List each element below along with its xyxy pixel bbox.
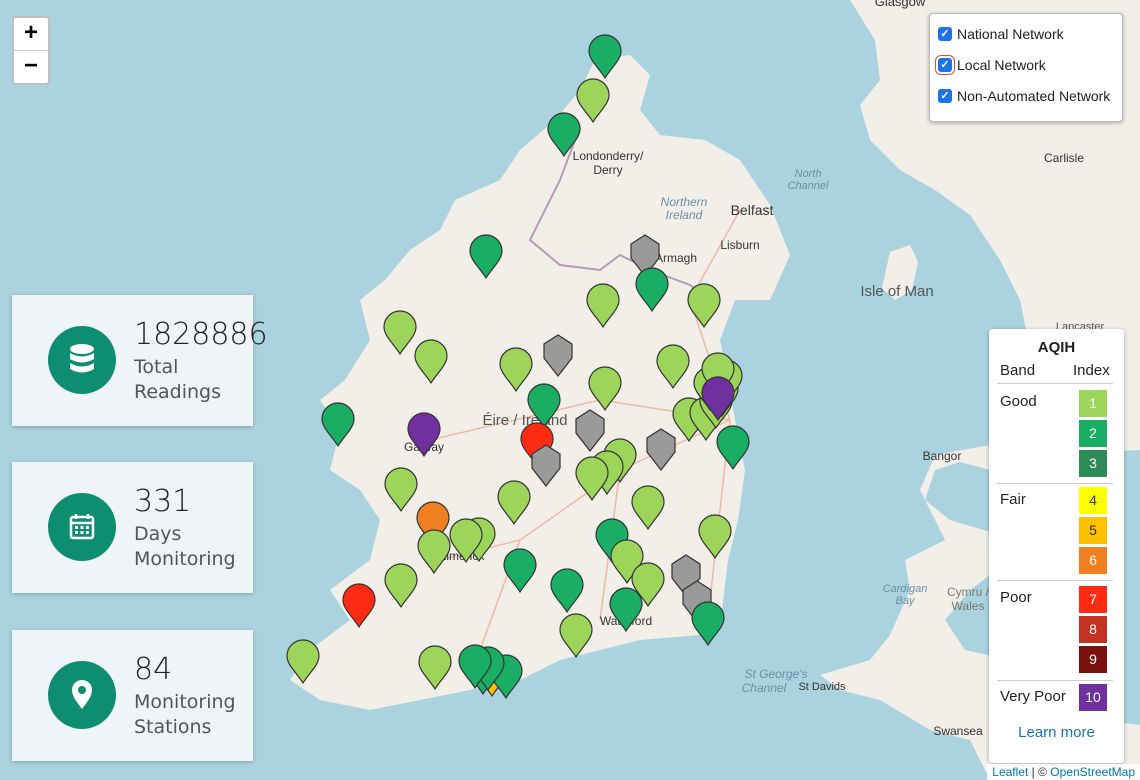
index-swatch: 5 (1079, 517, 1107, 544)
stat-card-monitoring-stations: 84 Monitoring Stations (12, 630, 253, 761)
map-place-label: Wales (952, 599, 985, 613)
stat-card-total-readings: 1828886 Total Readings (12, 295, 268, 426)
divider (997, 580, 1113, 581)
stat-value: 84 (134, 652, 173, 687)
band-very-poor: Very Poor (1000, 688, 1066, 705)
band-good: Good (1000, 393, 1037, 410)
map-place-label: Channel (742, 681, 787, 695)
map-place-label: Cardigan (883, 583, 928, 595)
band-fair: Fair (1000, 491, 1026, 508)
map-place-label: St George's (745, 667, 808, 681)
legend-title: AQIH (1037, 339, 1076, 356)
layer-label: National Network (957, 26, 1064, 42)
layer-local-network[interactable]: ✓ Local Network (938, 54, 1046, 76)
map-place-label: North (795, 168, 822, 180)
zoom-in-button[interactable]: + (14, 18, 48, 51)
index-swatch: 6 (1079, 547, 1107, 574)
map-place-label: Isle of Man (860, 283, 933, 300)
map-place-label: Belfast (731, 202, 774, 218)
openstreetmap-link[interactable]: OpenStreetMap (1050, 765, 1135, 779)
stat-label: Total Readings (134, 356, 222, 403)
divider (997, 383, 1113, 384)
index-swatch: 7 (1079, 586, 1107, 613)
map-place-label: Bay (896, 595, 916, 607)
zoom-out-button[interactable]: − (14, 51, 48, 83)
database-icon (48, 326, 116, 394)
divider (997, 680, 1113, 681)
band-header: Band (1000, 362, 1036, 379)
index-swatch: 8 (1079, 616, 1107, 643)
national-network-checkbox[interactable]: ✓ (938, 27, 952, 41)
map-place-label: Channel (788, 180, 830, 192)
map-place-label: Carlisle (1044, 151, 1084, 165)
layer-label: Local Network (957, 57, 1046, 73)
layer-label: Non-Automated Network (957, 88, 1111, 104)
stat-card-days-monitoring: 331 Days Monitoring (12, 462, 253, 593)
map-place-label: Glasgow (875, 0, 926, 9)
zoom-control: + − (12, 16, 50, 85)
map-place-label: Londonderry/ (573, 149, 644, 163)
map-pin-icon (48, 661, 116, 729)
map-place-label: Éire / Ireland (482, 412, 567, 429)
map-place-label: Lisburn (720, 238, 759, 252)
index-header: Index (1073, 362, 1110, 379)
map-place-label: Ireland (666, 208, 703, 222)
aqih-legend: AQIH Band Index Good 1 2 3 Fair 4 5 6 Po… (989, 329, 1124, 763)
map-place-label: Swansea (933, 724, 983, 738)
index-swatch: 4 (1079, 487, 1107, 514)
map-place-label: St Davids (798, 681, 846, 693)
map-place-label: Derry (593, 163, 622, 177)
leaflet-link[interactable]: Leaflet (992, 765, 1028, 779)
divider (997, 483, 1113, 484)
index-swatch: 2 (1079, 420, 1107, 447)
map-place-label: Northern (661, 195, 708, 209)
stat-label: Monitoring Stations (134, 691, 236, 738)
map-attribution: Leaflet | © OpenStreetMap (987, 764, 1140, 780)
stat-label: Days Monitoring (134, 523, 236, 570)
map-place-label: Cymru / (947, 585, 990, 599)
index-swatch: 10 (1079, 684, 1107, 711)
index-swatch: 3 (1079, 450, 1107, 477)
band-poor: Poor (1000, 589, 1032, 606)
layer-non-automated-network[interactable]: ✓ Non-Automated Network (938, 85, 1110, 107)
map-place-label: Armagh (655, 251, 697, 265)
calendar-icon (48, 493, 116, 561)
index-swatch: 1 (1079, 390, 1107, 417)
layer-national-network[interactable]: ✓ National Network (938, 23, 1064, 45)
attribution-separator: | © (1028, 765, 1051, 779)
index-swatch: 9 (1079, 646, 1107, 673)
learn-more-link[interactable]: Learn more (989, 724, 1124, 741)
map-place-label: Bangor (923, 449, 962, 463)
layer-control: ✓ National Network ✓ Local Network ✓ Non… (929, 13, 1123, 122)
stat-value: 1828886 (134, 317, 268, 352)
stat-value: 331 (134, 484, 192, 519)
non-automated-network-checkbox[interactable]: ✓ (938, 89, 952, 103)
local-network-checkbox[interactable]: ✓ (938, 58, 952, 72)
